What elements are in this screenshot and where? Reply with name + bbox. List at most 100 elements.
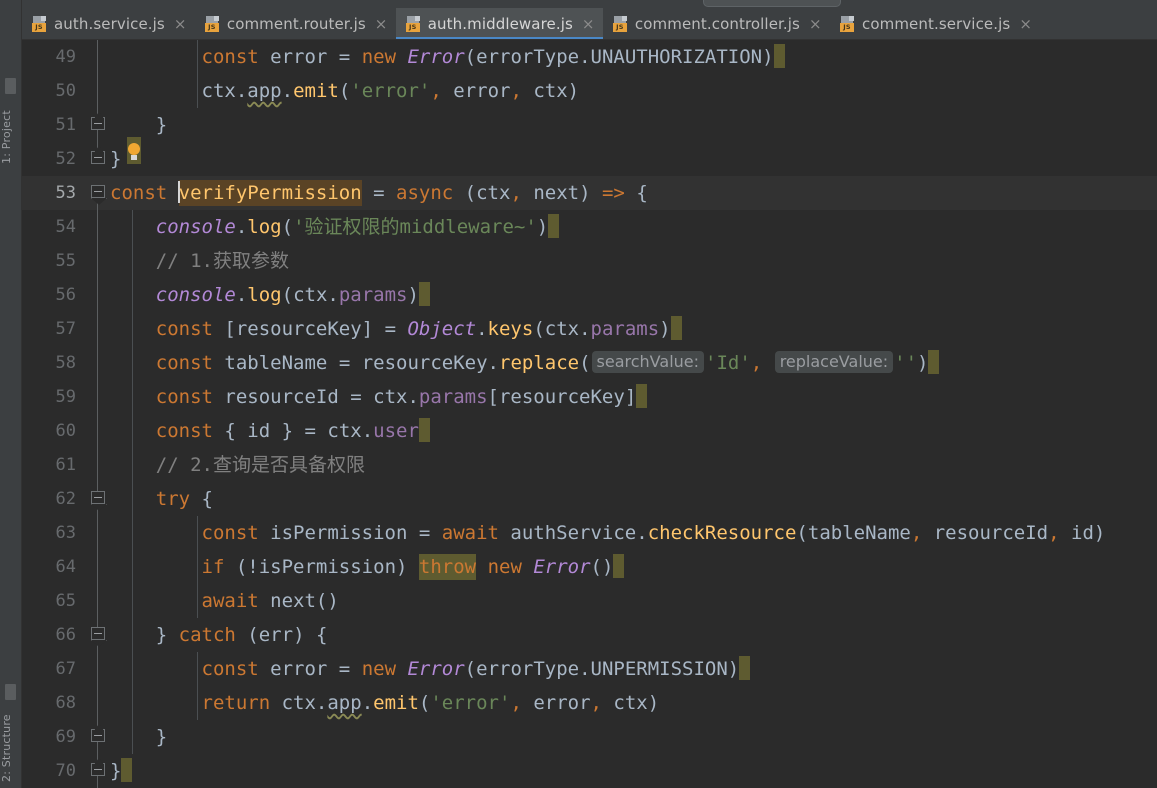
code-text: const error = new Error(errorType.UNAUTH… — [110, 40, 785, 74]
code-line[interactable]: 49 const error = new Error(errorType.UNA… — [22, 40, 1157, 74]
fold-collapse-icon[interactable] — [91, 729, 105, 742]
fold-gutter[interactable] — [86, 516, 110, 550]
code-line[interactable]: 54 console.log('验证权限的middleware~') — [22, 210, 1157, 244]
line-number[interactable]: 70 — [22, 754, 76, 788]
tab-comment-controller[interactable]: JS comment.controller.js × — [603, 8, 830, 39]
line-number[interactable]: 60 — [22, 414, 76, 448]
editor-tab-bar[interactable]: JS auth.service.js × JS comment.router.j… — [22, 8, 1157, 40]
fold-gutter[interactable] — [86, 414, 110, 448]
fold-collapse-icon[interactable] — [91, 627, 105, 640]
line-number[interactable]: 55 — [22, 244, 76, 278]
line-number[interactable]: 50 — [22, 74, 76, 108]
window-top-strip — [0, 0, 1157, 8]
line-number[interactable]: 64 — [22, 550, 76, 584]
fold-gutter[interactable] — [86, 550, 110, 584]
fold-gutter[interactable] — [86, 346, 110, 380]
code-line[interactable]: 52 } — [22, 137, 1157, 176]
fold-gutter[interactable] — [86, 618, 110, 652]
fold-gutter[interactable] — [86, 210, 110, 244]
fold-gutter[interactable] — [86, 482, 110, 516]
line-number[interactable]: 59 — [22, 380, 76, 414]
code-line[interactable]: 68 return ctx.app.emit('error', error, c… — [22, 686, 1157, 720]
fold-collapse-icon[interactable] — [91, 151, 105, 164]
fold-collapse-icon[interactable] — [91, 763, 105, 776]
code-line[interactable]: 67 const error = new Error(errorType.UNP… — [22, 652, 1157, 686]
code-line[interactable]: 58 const tableName = resourceKey.replace… — [22, 346, 1157, 380]
fold-gutter[interactable] — [86, 108, 110, 142]
tab-auth-middleware[interactable]: JS auth.middleware.js × — [395, 8, 604, 39]
line-number[interactable]: 62 — [22, 482, 76, 516]
js-badge-label: JS — [839, 23, 854, 32]
tab-comment-service[interactable]: JS comment.service.js × — [830, 8, 1040, 39]
code-line[interactable]: 70 } — [22, 754, 1157, 788]
tool-button-project[interactable]: 1: Project — [0, 44, 21, 164]
line-number[interactable]: 56 — [22, 278, 76, 312]
line-number[interactable]: 58 — [22, 346, 76, 380]
fold-gutter[interactable] — [86, 380, 110, 414]
code-line[interactable]: 56 console.log(ctx.params) — [22, 278, 1157, 312]
fold-gutter[interactable] — [86, 74, 110, 108]
floating-popup-sliver[interactable] — [703, 0, 841, 7]
code-line[interactable]: 65 await next() — [22, 584, 1157, 618]
tab-auth-service[interactable]: JS auth.service.js × — [22, 8, 195, 39]
code-text: } — [110, 148, 122, 170]
fold-gutter[interactable] — [86, 686, 110, 720]
line-number[interactable]: 49 — [22, 40, 76, 74]
close-icon[interactable]: × — [582, 16, 595, 32]
line-number[interactable]: 63 — [22, 516, 76, 550]
code-text: const tableName = resourceKey.replace(se… — [110, 346, 940, 380]
fold-gutter[interactable] — [86, 142, 110, 176]
line-number[interactable]: 66 — [22, 618, 76, 652]
code-line[interactable]: 57 const [resourceKey] = Object.keys(ctx… — [22, 312, 1157, 346]
code-line[interactable]: 61 // 2.查询是否具备权限 — [22, 448, 1157, 482]
close-icon[interactable]: × — [375, 16, 388, 32]
fold-gutter[interactable] — [86, 754, 110, 788]
code-line[interactable]: 59 const resourceId = ctx.params[resourc… — [22, 380, 1157, 414]
fold-gutter[interactable] — [86, 278, 110, 312]
line-number[interactable]: 54 — [22, 210, 76, 244]
intention-lightbulb-icon[interactable] — [127, 137, 141, 164]
line-number[interactable]: 68 — [22, 686, 76, 720]
code-line[interactable]: 69 } — [22, 720, 1157, 754]
code-line[interactable]: 50 ctx.app.emit('error', error, ctx) — [22, 74, 1157, 108]
code-text: } — [110, 754, 133, 788]
fold-collapse-icon[interactable] — [91, 491, 105, 504]
fold-gutter[interactable] — [86, 720, 110, 754]
line-number[interactable]: 61 — [22, 448, 76, 482]
fold-gutter[interactable] — [86, 40, 110, 74]
tab-comment-router[interactable]: JS comment.router.js × — [195, 8, 396, 39]
left-tool-window-bar[interactable]: 1: Project 2: Structure — [0, 0, 22, 788]
line-number[interactable]: 57 — [22, 312, 76, 346]
fold-collapse-icon[interactable] — [91, 185, 105, 198]
code-line[interactable]: 51 } — [22, 108, 1157, 142]
code-text: console.log(ctx.params) — [110, 278, 430, 312]
line-number[interactable]: 67 — [22, 652, 76, 686]
line-number[interactable]: 53 — [22, 176, 76, 210]
fold-gutter[interactable] — [86, 176, 110, 210]
line-number[interactable]: 65 — [22, 584, 76, 618]
code-line[interactable]: 60 const { id } = ctx.user — [22, 414, 1157, 448]
code-text: const verifyPermission = async (ctx, nex… — [110, 180, 648, 206]
code-editor[interactable]: 49 const error = new Error(errorType.UNA… — [22, 40, 1157, 788]
code-line[interactable]: 63 const isPermission = await authServic… — [22, 516, 1157, 550]
fold-gutter[interactable] — [86, 244, 110, 278]
code-line[interactable]: 66 } catch (err) { — [22, 618, 1157, 652]
code-line[interactable]: 55 // 1.获取参数 — [22, 244, 1157, 278]
line-number[interactable]: 69 — [22, 720, 76, 754]
js-file-icon: JS — [612, 16, 628, 32]
close-icon[interactable]: × — [174, 16, 187, 32]
fold-gutter[interactable] — [86, 584, 110, 618]
line-number[interactable]: 52 — [22, 142, 76, 176]
code-line[interactable]: 62 try { — [22, 482, 1157, 516]
fold-gutter[interactable] — [86, 652, 110, 686]
fold-collapse-icon[interactable] — [91, 117, 105, 130]
code-line[interactable]: 64 if (!isPermission) throw new Error() — [22, 550, 1157, 584]
fold-gutter[interactable] — [86, 448, 110, 482]
line-number[interactable]: 51 — [22, 108, 76, 142]
tool-button-structure[interactable]: 2: Structure — [0, 662, 21, 782]
close-icon[interactable]: × — [1019, 16, 1032, 32]
fold-gutter[interactable] — [86, 312, 110, 346]
code-line-current[interactable]: 53 const verifyPermission = async (ctx, … — [22, 176, 1157, 210]
close-icon[interactable]: × — [809, 16, 822, 32]
tab-label: comment.controller.js — [634, 15, 800, 33]
